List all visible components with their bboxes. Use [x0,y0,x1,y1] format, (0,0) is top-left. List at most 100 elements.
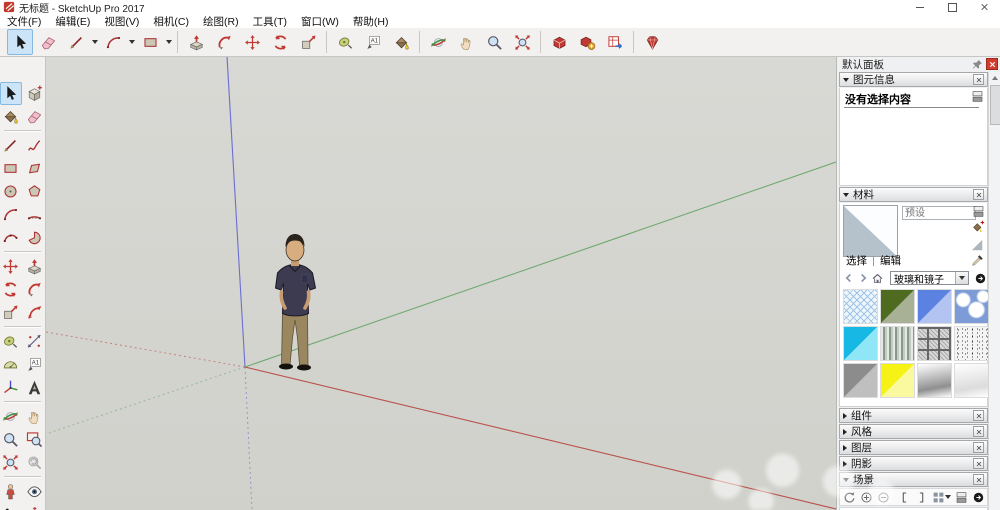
tool-3d-warehouse[interactable] [546,29,572,55]
material-swatch[interactable] [917,289,952,324]
tool-orbit[interactable] [425,29,451,55]
tool-text[interactable]: A1 [360,29,386,55]
create-material-icon[interactable] [971,220,985,234]
tool-axes[interactable] [0,376,22,399]
tool-line[interactable] [0,134,22,157]
bracket-right-button[interactable] [915,491,928,504]
tool-pan[interactable] [453,29,479,55]
tool-position-camera[interactable] [0,480,22,503]
tool-rotate[interactable] [0,278,22,301]
bracket-left-button[interactable] [898,491,911,504]
maximize-button[interactable] [936,0,968,14]
section-close-button[interactable] [973,189,984,200]
dropdown-button[interactable] [955,272,968,284]
home-icon[interactable] [871,272,884,285]
tool-rectangle[interactable] [0,157,22,180]
menu-item-4[interactable]: 相机(C) [146,14,196,29]
tool-zoom[interactable] [0,428,22,451]
tool-3d-text[interactable] [24,376,46,399]
section-header-scenes[interactable]: 场景 [839,472,988,487]
tool-walk[interactable] [0,503,22,510]
section-close-button[interactable] [973,442,984,453]
tool-orbit[interactable] [0,405,22,428]
tool-push-pull[interactable] [24,255,46,278]
panel-scrollbar[interactable] [988,72,1000,510]
tool-pie[interactable] [24,226,46,249]
material-swatch[interactable] [954,289,989,324]
material-swatch[interactable] [880,289,915,324]
tool-arc[interactable] [100,29,126,55]
tool-arc[interactable] [0,203,22,226]
section-close-button[interactable] [973,458,984,469]
tool-scale[interactable] [0,301,22,324]
section-close-button[interactable] [973,410,984,421]
tool-tape-measure[interactable] [332,29,358,55]
tool-protractor[interactable] [0,353,22,376]
menu-item-8[interactable]: 帮助(H) [346,14,396,29]
tool-rotate[interactable] [267,29,293,55]
material-swatch[interactable] [954,363,989,398]
tool-dimension[interactable] [24,330,46,353]
tool-eraser[interactable] [35,29,61,55]
material-swatch[interactable] [917,363,952,398]
section-header-collapsed-3[interactable]: 图层 [839,440,988,455]
tool-section-plane[interactable] [24,503,46,510]
details-arrow-button[interactable] [972,491,985,504]
section-header-collapsed-1[interactable]: 组件 [839,408,988,423]
menu-item-3[interactable]: 视图(V) [97,14,146,29]
pane-toggle-button[interactable] [955,491,968,504]
entity-details-icon[interactable] [971,90,984,103]
tool-pan[interactable] [24,405,46,428]
default-material-icon[interactable] [970,238,984,252]
close-button[interactable] [968,0,1000,14]
tab-select[interactable]: 选择 [846,253,867,268]
section-header-entity-info[interactable]: 图元信息 [839,72,988,87]
scroll-up-button[interactable] [989,72,1000,84]
tool-follow-me[interactable] [24,278,46,301]
section-close-button[interactable] [973,74,984,85]
view-options-button[interactable] [932,491,951,504]
material-swatch[interactable] [880,363,915,398]
material-swatch[interactable] [917,326,952,361]
secondary-pane-icon[interactable] [972,205,985,218]
tool-three-point-arc[interactable] [0,226,22,249]
collection-dropdown[interactable]: 玻璃和镜子 [890,271,969,286]
minimize-button[interactable] [904,0,936,14]
section-header-collapsed-2[interactable]: 风格 [839,424,988,439]
tool-follow-me[interactable] [211,29,237,55]
tool-tape-measure[interactable] [0,330,22,353]
menu-item-1[interactable]: 文件(F) [0,14,48,29]
remove-scene-button[interactable] [877,491,890,504]
viewport-3d[interactable] [46,56,836,510]
tool-send-to-layout[interactable] [602,29,628,55]
tool-select[interactable] [7,29,33,55]
tool-share-model[interactable] [574,29,600,55]
tool-paint-bucket[interactable] [0,105,22,128]
tool-extension-warehouse[interactable] [639,29,665,55]
material-swatch[interactable] [843,326,878,361]
material-swatch[interactable] [843,289,878,324]
tool-zoom-window[interactable] [24,428,46,451]
section-close-button[interactable] [973,426,984,437]
tool-scale[interactable] [295,29,321,55]
section-header-collapsed-4[interactable]: 阴影 [839,456,988,471]
tool-previous-view[interactable] [24,451,46,474]
details-arrow-icon[interactable] [974,272,987,285]
back-arrow-icon[interactable] [843,272,855,284]
tool-make-component[interactable] [24,82,46,105]
scrollbar-thumb[interactable] [990,85,1000,125]
tool-move[interactable] [0,255,22,278]
tool-zoom-extents[interactable] [0,451,22,474]
tool-look-around[interactable] [24,480,46,503]
forward-arrow-icon[interactable] [857,272,869,284]
dropdown-arrow-button[interactable] [127,30,136,54]
pin-icon[interactable] [972,59,983,70]
material-preview[interactable] [843,205,898,257]
dropdown-arrow-button[interactable] [164,30,173,54]
tool-push-pull[interactable] [183,29,209,55]
add-scene-button[interactable] [860,491,873,504]
dropdown-arrow-button[interactable] [90,30,99,54]
tool-circle[interactable] [0,180,22,203]
tool-zoom-extents[interactable] [509,29,535,55]
tool-rotated-rectangle[interactable] [24,157,46,180]
